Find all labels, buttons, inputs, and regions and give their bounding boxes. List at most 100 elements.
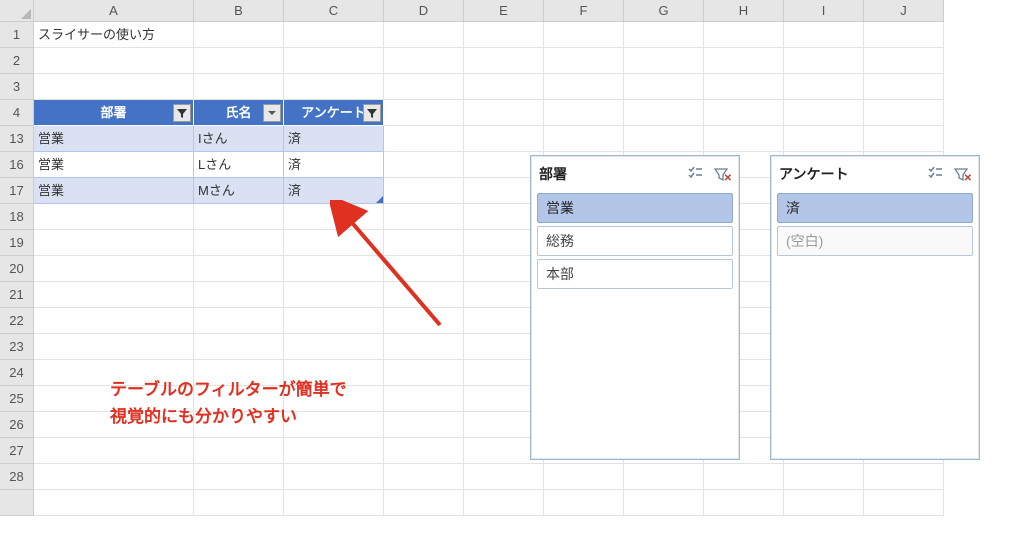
col-header-D[interactable]: D xyxy=(384,0,464,22)
slicer-item[interactable]: (空白) xyxy=(777,226,973,256)
cell[interactable] xyxy=(864,74,944,100)
col-header-G[interactable]: G xyxy=(624,0,704,22)
table-cell[interactable]: 済 xyxy=(284,126,384,152)
cell[interactable] xyxy=(544,22,624,48)
col-header-J[interactable]: J xyxy=(864,0,944,22)
cell[interactable] xyxy=(284,22,384,48)
row-header[interactable]: 16 xyxy=(0,152,34,178)
cell[interactable] xyxy=(544,100,624,126)
cell[interactable] xyxy=(194,438,284,464)
cell[interactable] xyxy=(384,22,464,48)
slicer-survey[interactable]: アンケート ✕ 済 (空白) xyxy=(770,155,980,460)
cell[interactable] xyxy=(384,308,464,334)
cell[interactable] xyxy=(864,22,944,48)
cell[interactable] xyxy=(384,256,464,282)
cell[interactable] xyxy=(194,334,284,360)
cell[interactable] xyxy=(464,490,544,516)
cell[interactable] xyxy=(34,334,194,360)
row-header[interactable]: 1 xyxy=(0,22,34,48)
table-cell[interactable]: 営業 xyxy=(34,178,194,204)
cell[interactable] xyxy=(624,48,704,74)
table-cell[interactable]: 営業 xyxy=(34,126,194,152)
slicer-item[interactable]: 総務 xyxy=(537,226,733,256)
cell[interactable] xyxy=(864,100,944,126)
table-header-survey[interactable]: アンケート xyxy=(284,100,384,126)
cell-A1[interactable]: スライサーの使い方 xyxy=(34,22,194,48)
cell[interactable] xyxy=(624,74,704,100)
cell[interactable] xyxy=(284,438,384,464)
cell[interactable] xyxy=(784,22,864,48)
cell[interactable] xyxy=(704,48,784,74)
row-header[interactable]: 28 xyxy=(0,464,34,490)
select-all-corner[interactable] xyxy=(0,0,34,22)
cell[interactable] xyxy=(624,22,704,48)
cell[interactable] xyxy=(34,230,194,256)
multi-select-icon[interactable] xyxy=(925,165,945,183)
cell[interactable] xyxy=(784,126,864,152)
cell[interactable] xyxy=(34,256,194,282)
cell[interactable] xyxy=(704,100,784,126)
cell[interactable] xyxy=(194,282,284,308)
cell[interactable] xyxy=(544,48,624,74)
cell[interactable] xyxy=(284,282,384,308)
cell[interactable] xyxy=(194,230,284,256)
cell[interactable] xyxy=(864,490,944,516)
cell[interactable] xyxy=(34,282,194,308)
table-resize-handle-icon[interactable] xyxy=(376,196,383,203)
cell[interactable] xyxy=(34,308,194,334)
filter-button[interactable] xyxy=(363,104,381,122)
row-header[interactable]: 19 xyxy=(0,230,34,256)
col-header-B[interactable]: B xyxy=(194,0,284,22)
col-header-H[interactable]: H xyxy=(704,0,784,22)
cell[interactable] xyxy=(464,48,544,74)
cell[interactable] xyxy=(784,74,864,100)
cell[interactable] xyxy=(704,22,784,48)
cell[interactable] xyxy=(284,334,384,360)
cell[interactable] xyxy=(194,48,284,74)
cell[interactable] xyxy=(864,48,944,74)
cell[interactable] xyxy=(464,126,544,152)
cell[interactable] xyxy=(464,464,544,490)
cell[interactable] xyxy=(384,282,464,308)
cell[interactable] xyxy=(194,490,284,516)
row-header[interactable]: 23 xyxy=(0,334,34,360)
table-header-dept[interactable]: 部署 xyxy=(34,100,194,126)
cell[interactable] xyxy=(384,152,464,178)
cell[interactable] xyxy=(384,100,464,126)
row-header[interactable]: 13 xyxy=(0,126,34,152)
cell[interactable] xyxy=(704,126,784,152)
cell[interactable] xyxy=(384,204,464,230)
cell[interactable] xyxy=(284,308,384,334)
row-header[interactable]: 18 xyxy=(0,204,34,230)
cell[interactable] xyxy=(864,464,944,490)
cell[interactable] xyxy=(544,126,624,152)
cell[interactable] xyxy=(34,204,194,230)
col-header-E[interactable]: E xyxy=(464,0,544,22)
cell[interactable] xyxy=(384,230,464,256)
cell[interactable] xyxy=(194,256,284,282)
cell[interactable] xyxy=(34,490,194,516)
col-header-F[interactable]: F xyxy=(544,0,624,22)
cell[interactable] xyxy=(34,438,194,464)
row-header[interactable]: 2 xyxy=(0,48,34,74)
cell[interactable] xyxy=(464,74,544,100)
row-header[interactable]: 4 xyxy=(0,100,34,126)
row-header[interactable]: 20 xyxy=(0,256,34,282)
row-header[interactable]: 27 xyxy=(0,438,34,464)
row-header[interactable] xyxy=(0,490,34,516)
cell[interactable] xyxy=(194,74,284,100)
cell[interactable] xyxy=(384,438,464,464)
row-header[interactable]: 26 xyxy=(0,412,34,438)
cell[interactable] xyxy=(784,100,864,126)
cell[interactable] xyxy=(784,48,864,74)
cell[interactable] xyxy=(624,126,704,152)
slicer-dept[interactable]: 部署 ✕ 営業 総務 本部 xyxy=(530,155,740,460)
cell[interactable] xyxy=(284,256,384,282)
row-header[interactable]: 24 xyxy=(0,360,34,386)
col-header-C[interactable]: C xyxy=(284,0,384,22)
cell[interactable] xyxy=(384,74,464,100)
multi-select-icon[interactable] xyxy=(685,165,705,183)
cell[interactable] xyxy=(34,464,194,490)
row-header[interactable]: 22 xyxy=(0,308,34,334)
table-cell[interactable]: 営業 xyxy=(34,152,194,178)
